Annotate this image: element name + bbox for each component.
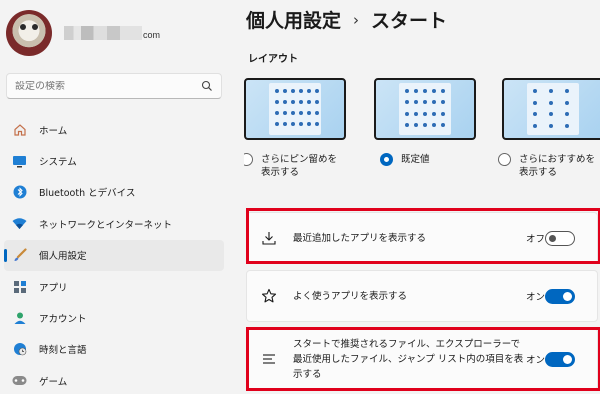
- monitor-icon: [12, 154, 27, 169]
- layout-option-default[interactable]: 既定値: [374, 78, 476, 166]
- avatar: [6, 10, 52, 56]
- sidebar-item-home[interactable]: ホーム: [4, 114, 224, 145]
- layout-section-title: レイアウト: [248, 54, 298, 65]
- layout-options: さらにピン留めを 表示する 既定値 さらにおすすめを 表示する: [244, 78, 600, 198]
- layout-preview-more-recommendations[interactable]: [502, 78, 600, 140]
- layout-option-more-recommendations[interactable]: さらにおすすめを 表示する: [498, 78, 600, 179]
- sidebar-item-gaming[interactable]: ゲーム: [4, 365, 224, 394]
- sidebar: com ホーム システム Bluetooth とデバイス: [0, 0, 232, 394]
- layout-option-label: さらにピン留めを 表示する: [261, 154, 338, 178]
- profile[interactable]: com: [6, 10, 160, 56]
- setting-recently-added-apps[interactable]: 最近追加したアプリを表示する オフ: [246, 212, 598, 264]
- layout-option-label: さらにおすすめを 表示する: [519, 154, 596, 178]
- sidebar-item-accounts[interactable]: アカウント: [4, 302, 224, 333]
- sidebar-item-label: 個人用設定: [39, 251, 87, 263]
- sidebar-item-label: アカウント: [39, 314, 87, 326]
- sidebar-item-bluetooth[interactable]: Bluetooth とデバイス: [4, 177, 224, 208]
- sidebar-item-personalization[interactable]: 個人用設定: [4, 239, 224, 271]
- layout-preview-grid: [399, 83, 451, 135]
- setting-label: よく使うアプリを表示する: [293, 290, 408, 302]
- brush-icon: [12, 248, 27, 263]
- blurred-account-name: [64, 26, 142, 40]
- search-icon[interactable]: [201, 80, 213, 92]
- sidebar-item-apps[interactable]: アプリ: [4, 271, 224, 302]
- layout-preview-grid: [527, 83, 579, 135]
- page-title: スタート: [371, 10, 448, 32]
- sidebar-item-label: ネットワークとインターネット: [39, 219, 173, 231]
- search-input[interactable]: [15, 80, 201, 92]
- toggle-state-text: オン: [525, 292, 545, 303]
- sidebar-item-label: アプリ: [39, 282, 68, 294]
- sidebar-item-label: Bluetooth とデバイス: [39, 188, 136, 200]
- toggle-state-text: オン: [525, 355, 545, 366]
- layout-radio-default[interactable]: [380, 153, 393, 166]
- sidebar-item-label: システム: [39, 157, 77, 169]
- sidebar-nav: ホーム システム Bluetooth とデバイス ネットワークとインターネット …: [4, 114, 224, 394]
- list-icon: [263, 354, 275, 364]
- toggle-switch-recently-added[interactable]: [545, 230, 575, 246]
- layout-radio-more-pins[interactable]: [244, 153, 253, 166]
- layout-radio-more-recommendations[interactable]: [498, 153, 511, 166]
- toggle-state-text: オフ: [525, 234, 545, 245]
- email-domain: com: [143, 30, 161, 40]
- home-icon: [12, 122, 27, 137]
- breadcrumb-separator: ›: [353, 10, 360, 29]
- download-icon: [262, 232, 276, 245]
- bluetooth-icon: [12, 185, 27, 200]
- main-content: 個人用設定 › スタート レイアウト さらにピン留めを 表示する 既定値 さらに…: [232, 0, 600, 394]
- layout-preview-grid: [269, 83, 321, 135]
- layout-option-more-pins[interactable]: さらにピン留めを 表示する: [244, 78, 346, 179]
- apps-icon: [12, 279, 27, 294]
- globe-clock-icon: [12, 342, 27, 357]
- sidebar-item-label: 時刻と言語: [39, 345, 87, 357]
- setting-most-used-apps[interactable]: よく使うアプリを表示する オン: [246, 270, 598, 322]
- breadcrumb-parent[interactable]: 個人用設定: [246, 6, 341, 33]
- sidebar-item-system[interactable]: システム: [4, 145, 224, 176]
- layout-preview-default[interactable]: [374, 78, 476, 140]
- sidebar-item-network[interactable]: ネットワークとインターネット: [4, 208, 224, 239]
- wifi-icon: [12, 216, 27, 231]
- sidebar-item-label: ホーム: [39, 125, 68, 137]
- gamepad-icon: [12, 373, 27, 388]
- layout-option-label: 既定値: [401, 154, 430, 165]
- person-icon: [12, 311, 27, 326]
- search-box[interactable]: [6, 73, 222, 99]
- setting-label: 最近追加したアプリを表示する: [293, 232, 427, 244]
- setting-label: スタートで推奨されるファイル、エクスプローラーで最近使用したファイル、ジャンプ …: [293, 338, 524, 380]
- star-icon: [261, 288, 277, 303]
- toggle-switch-recommended-files[interactable]: [545, 351, 575, 367]
- sidebar-item-time-language[interactable]: 時刻と言語: [4, 334, 224, 365]
- setting-recommended-files[interactable]: スタートで推奨されるファイル、エクスプローラーで最近使用したファイル、ジャンプ …: [246, 328, 598, 390]
- layout-preview-more-pins[interactable]: [244, 78, 346, 140]
- sidebar-item-label: ゲーム: [39, 376, 68, 388]
- toggle-switch-most-used[interactable]: [545, 288, 575, 304]
- breadcrumb: 個人用設定 › スタート: [246, 6, 447, 33]
